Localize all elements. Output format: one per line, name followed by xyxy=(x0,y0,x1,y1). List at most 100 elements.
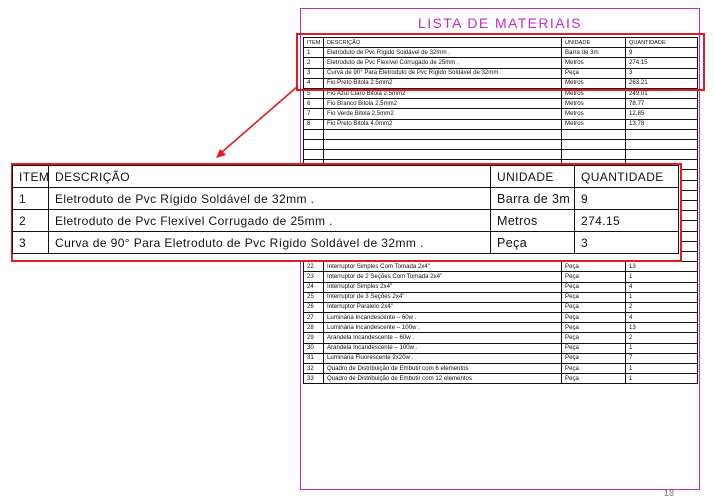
table-cell-item: 26 xyxy=(303,301,324,314)
big-row: 1 Eletroduto de Pvc Rígido Soldável de 32… xyxy=(12,187,679,210)
table-cell-item: 24 xyxy=(303,281,324,293)
table-cell-unit: Peça xyxy=(561,301,626,314)
big-cell-description: Eletroduto de Pvc Rígido Soldável de 32m… xyxy=(48,187,491,210)
table-cell-quantity: 12.85 xyxy=(625,108,698,120)
table-cell-quantity xyxy=(625,149,698,161)
table-row: 29 Arandela Incandescente – 60w . Peça 2 xyxy=(303,332,698,344)
big-cell-quantity: 274.15 xyxy=(574,209,679,232)
table-cell-description: Luminária Incandescente – 100w . xyxy=(323,322,562,334)
table-cell-item: 6 xyxy=(303,98,324,110)
table-cell-item: 31 xyxy=(303,352,324,365)
table-cell-unit: Peça xyxy=(561,342,626,354)
table-cell-quantity: 4 xyxy=(625,312,698,324)
table-cell-quantity: 7 xyxy=(625,352,698,365)
table-cell-description: Quadro de Distribuição de Embutir com 6 … xyxy=(323,362,562,375)
table-cell-description: Interruptor Simples Com Tomada 2x4" xyxy=(323,261,562,273)
table-cell-item: 30 xyxy=(303,342,324,354)
table-cell-unit: Peça xyxy=(561,291,626,303)
table-cell-quantity: 1 xyxy=(625,342,698,354)
big-cell-quantity: 3 xyxy=(574,231,679,254)
table-row: 7 Fio Verde Bitola 2.5mm2 Metros 12.85 xyxy=(303,108,698,120)
table-cell-quantity: 13 xyxy=(625,261,698,273)
table-cell-unit: Peça xyxy=(561,373,626,385)
table-cell-unit: Metros xyxy=(561,118,626,130)
table-cell-unit: Peça xyxy=(561,261,626,273)
table-cell-description: Interruptor de 3 Seções 2x4" xyxy=(323,291,562,303)
big-cell-description: Curva de 90° Para Eletroduto de Pvc Rígi… xyxy=(48,231,491,254)
table-cell-quantity: 1 xyxy=(625,291,698,303)
table-cell-unit: Peça xyxy=(561,322,626,334)
table-cell-item: 27 xyxy=(303,312,324,324)
big-cell-unit: Peça xyxy=(490,231,575,254)
table-cell-quantity: 13 xyxy=(625,322,698,334)
table-cell-description: Quadro de Distribuição de Embutir com 12… xyxy=(323,373,562,385)
table-cell-quantity: 1 xyxy=(625,271,698,283)
callout-arrow-line xyxy=(221,85,299,153)
table-cell-quantity: 13.78 xyxy=(625,118,698,130)
table-row: 8 Fio Preto Bitola 4.0mm2 Metros 13.78 xyxy=(303,118,698,130)
page-number: 18 xyxy=(664,488,675,498)
callout-arrow-head xyxy=(216,149,226,158)
big-row: 2 Eletroduto de Pvc Flexível Corrugado de… xyxy=(12,209,679,232)
table-row: 32 Quadro de Distribuição de Embutir com … xyxy=(303,362,698,375)
table-cell-description: Arandela Incandescente – 60w . xyxy=(323,332,562,344)
table-row: 31 Luminária Fluorescente 2x20w . Peça 7 xyxy=(303,352,698,365)
table-cell-unit: Metros xyxy=(561,108,626,120)
table-row xyxy=(303,138,698,151)
table-row xyxy=(303,149,698,161)
table-cell-quantity: 2 xyxy=(625,332,698,344)
table-cell-unit xyxy=(561,149,626,161)
table-cell-unit: Peça xyxy=(561,312,626,324)
table-cell-item: 23 xyxy=(303,271,324,283)
zoom-header-row: ITEM DESCRIÇÃO UNIDADE QUANTIDADE xyxy=(12,165,679,188)
table-cell-item xyxy=(303,128,324,140)
table-cell-unit: Peça xyxy=(561,362,626,375)
table-cell-quantity: 1 xyxy=(625,362,698,375)
table-row: 25 Interruptor de 3 Seções 2x4" Peça 1 xyxy=(303,291,698,303)
table-cell-description: Interruptor de 2 Seções Com Tomada 2x4" xyxy=(323,271,562,283)
table-cell-quantity: 4 xyxy=(625,281,698,293)
table-cell-quantity xyxy=(625,128,698,140)
table-row xyxy=(303,128,698,140)
table-cell-description xyxy=(323,128,562,140)
table-row: 6 Fio Branco Bitola 2.5mm2 Metros 78.77 xyxy=(303,98,698,110)
table-cell-unit: Peça xyxy=(561,352,626,365)
table-cell-unit: Peça xyxy=(561,281,626,293)
big-cell-item: 1 xyxy=(12,187,49,210)
table-cell-unit: Peça xyxy=(561,332,626,344)
table-cell-item: 29 xyxy=(303,332,324,344)
table-cell-description: Fio Verde Bitola 2.5mm2 xyxy=(323,108,562,120)
big-row: 3 Curva de 90° Para Eletroduto de Pvc Ríg… xyxy=(12,231,679,254)
zoom-header-description: DESCRIÇÃO xyxy=(48,165,491,188)
table-cell-description: Fio Branco Bitola 2.5mm2 xyxy=(323,98,562,110)
table-cell-quantity: 1 xyxy=(625,373,698,385)
table-cell-item: 8 xyxy=(303,118,324,130)
table-cell-description xyxy=(323,149,562,161)
table-row: 22 Interruptor Simples Com Tomada 2x4" Peç… xyxy=(303,261,698,273)
table-cell-item: 7 xyxy=(303,108,324,120)
table-cell-description: Fio Preto Bitola 4.0mm2 xyxy=(323,118,562,130)
table-cell-item: 28 xyxy=(303,322,324,334)
table-cell-quantity xyxy=(625,138,698,151)
highlight-box-rows-1-3 xyxy=(296,33,705,91)
table-row: 30 Arandela Incandescente – 100w . Peça 1 xyxy=(303,342,698,354)
table-row: 33 Quadro de Distribuição de Embutir com … xyxy=(303,373,698,385)
zoom-header-unit: UNIDADE xyxy=(490,165,575,188)
big-cell-description: Eletroduto de Pvc Flexível Corrugado de … xyxy=(48,209,491,232)
table-cell-description: Luminária Fluorescente 2x20w . xyxy=(323,352,562,365)
table-cell-item xyxy=(303,149,324,161)
table-cell-unit: Metros xyxy=(561,98,626,110)
table-cell-item: 22 xyxy=(303,261,324,273)
big-cell-quantity: 9 xyxy=(574,187,679,210)
table-row: 26 Interruptor Paralelo 2x4" Peça 2 xyxy=(303,301,698,314)
table-cell-item xyxy=(303,138,324,151)
table-row: 27 Luminária Incandescente – 60w . Peça 4 xyxy=(303,312,698,324)
table-cell-description: Luminária Incandescente – 60w . xyxy=(323,312,562,324)
big-cell-item: 3 xyxy=(12,231,49,254)
zoom-header-quantity: QUANTIDADE xyxy=(574,165,679,188)
table-cell-unit: Peça xyxy=(561,271,626,283)
table-cell-unit xyxy=(561,138,626,151)
table-cell-description: Interruptor Simples 2x4" xyxy=(323,281,562,293)
big-cell-unit: Metros xyxy=(490,209,575,232)
big-cell-item: 2 xyxy=(12,209,49,232)
